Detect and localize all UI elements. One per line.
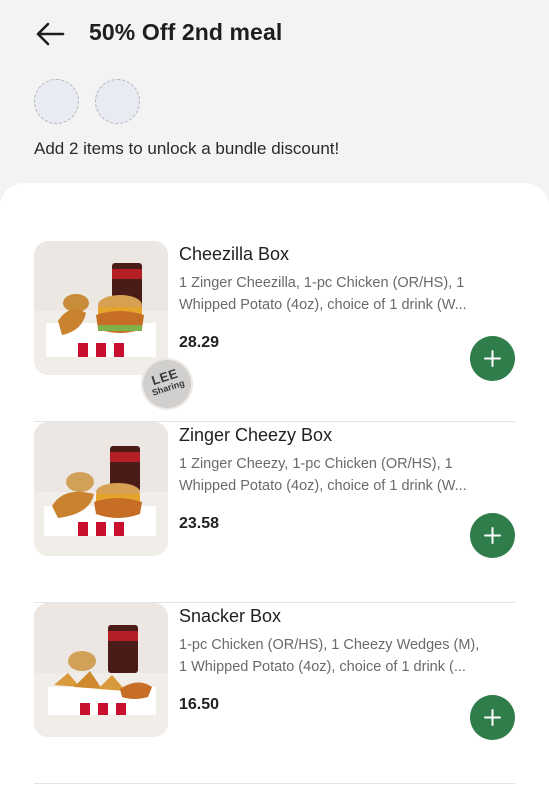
- bundle-slot-2: [95, 79, 140, 124]
- plus-icon: [484, 527, 501, 544]
- item-sheet: LEE Sharing Cheezilla Box 1 Zinger Cheez…: [0, 183, 549, 800]
- item-name: Snacker Box: [179, 606, 282, 626]
- plus-icon: [484, 709, 501, 726]
- item-image: [34, 422, 168, 556]
- page-title: 50% Off 2nd meal: [89, 19, 283, 45]
- item-image: [34, 241, 168, 375]
- menu-item[interactable]: Snacker Box 1-pc Chicken (OR/HS), 1 Chee…: [34, 603, 515, 784]
- add-button[interactable]: [470, 336, 515, 381]
- item-name: Zinger Cheezy Box: [179, 425, 333, 445]
- item-price: 16.50: [179, 696, 220, 713]
- item-price: 23.58: [179, 515, 220, 532]
- item-image: [34, 603, 168, 737]
- bundle-hint: Add 2 items to unlock a bundle discount!: [34, 139, 340, 158]
- add-button[interactable]: [470, 513, 515, 558]
- item-description: 1 Zinger Cheezilla, 1-pc Chicken (OR/HS)…: [179, 275, 467, 313]
- menu-item[interactable]: Zinger Cheezy Box 1 Zinger Cheezy, 1-pc …: [34, 422, 515, 603]
- item-price: 28.29: [179, 334, 220, 351]
- menu-item[interactable]: LEE Sharing Cheezilla Box 1 Zinger Cheez…: [34, 241, 515, 422]
- add-button[interactable]: [470, 695, 515, 740]
- item-description: 1 Zinger Cheezy, 1-pc Chicken (OR/HS), 1…: [179, 456, 467, 494]
- bundle-slot-1: [34, 79, 79, 124]
- plus-icon: [484, 350, 501, 367]
- header: 50% Off 2nd meal: [0, 0, 549, 60]
- item-name: Cheezilla Box: [179, 244, 290, 264]
- arrow-left-icon[interactable]: [34, 20, 66, 48]
- item-description: 1-pc Chicken (OR/HS), 1 Cheezy Wedges (M…: [179, 637, 480, 675]
